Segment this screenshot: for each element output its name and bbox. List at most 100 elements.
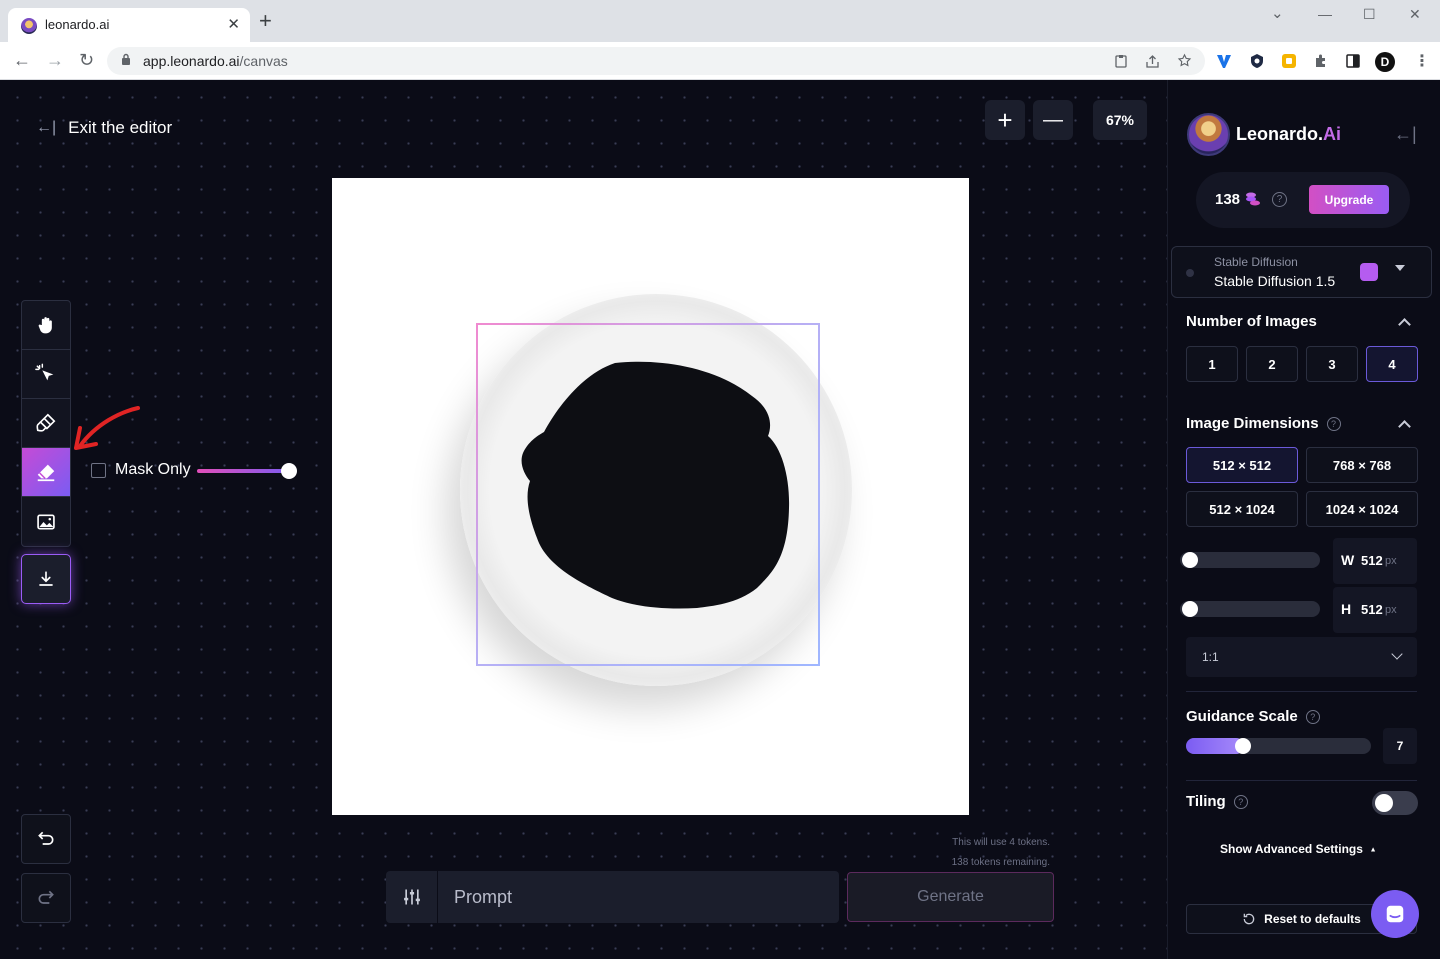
brand: Leonardo.Ai [1187, 113, 1341, 156]
prompt-bar: Prompt [386, 871, 839, 923]
dimensions-help-icon[interactable]: ? [1326, 416, 1341, 431]
image-tool-button[interactable] [22, 497, 70, 546]
reset-icon [1243, 913, 1255, 925]
num-images-option-1[interactable]: 1 [1186, 346, 1238, 382]
settings-sidebar: Leonardo.Ai ←| 138 ? Upgrade Stable Diff… [1167, 80, 1440, 959]
guidance-help-icon[interactable]: ? [1305, 709, 1320, 724]
dimension-option-768x768[interactable]: 768 × 768 [1306, 447, 1418, 483]
tab-title: leonardo.ai [45, 17, 110, 32]
image-dimensions-title[interactable]: Image Dimensions? [1186, 415, 1341, 432]
number-of-images-title[interactable]: Number of Images [1186, 313, 1317, 330]
redo-button[interactable] [21, 873, 71, 923]
forward-button[interactable]: → [46, 50, 64, 70]
guidance-scale-handle[interactable] [1235, 738, 1251, 754]
model-name: Stable Diffusion 1.5 [1214, 273, 1336, 289]
select-tool-button[interactable] [22, 350, 70, 399]
height-label: H [1341, 601, 1352, 617]
model-family: Stable Diffusion [1214, 255, 1298, 269]
width-slider-handle[interactable] [1182, 552, 1198, 568]
minimize-button[interactable]: — [1318, 6, 1332, 22]
divider [1186, 780, 1417, 781]
height-slider[interactable] [1180, 601, 1320, 617]
pan-tool-button[interactable] [22, 301, 70, 350]
generate-button[interactable]: Generate [847, 872, 1054, 922]
num-images-option-2[interactable]: 2 [1246, 346, 1298, 382]
zoom-out-button[interactable]: — [1033, 100, 1073, 140]
hand-icon [38, 317, 52, 334]
tab-close-icon[interactable]: ✕ [227, 15, 240, 35]
extension-yellow-icon[interactable] [1281, 53, 1297, 69]
dimension-option-512x1024[interactable]: 512 × 1024 [1186, 491, 1298, 527]
width-input[interactable]: W 512 px [1333, 538, 1417, 584]
redo-icon [38, 890, 54, 904]
tiling-help-icon[interactable]: ? [1233, 794, 1248, 809]
aspect-ratio-value: 1:1 [1202, 650, 1219, 664]
download-button[interactable] [21, 554, 71, 604]
profile-avatar[interactable]: D [1375, 52, 1395, 72]
exit-editor-link[interactable]: ←| Exit the editor [36, 118, 172, 138]
width-slider[interactable] [1180, 552, 1320, 568]
num-images-option-3[interactable]: 3 [1306, 346, 1358, 382]
model-badge-icon [1360, 263, 1378, 281]
clipboard-icon[interactable] [1114, 54, 1128, 68]
back-button[interactable]: ← [13, 50, 31, 70]
num-images-option-4[interactable]: 4 [1366, 346, 1418, 382]
undo-button[interactable] [21, 814, 71, 864]
url-host: app.leonardo.ai [143, 53, 240, 69]
browser-tab[interactable]: leonardo.ai ✕ [8, 8, 250, 42]
generation-frame[interactable] [476, 323, 820, 666]
reload-button[interactable]: ↻ [79, 50, 94, 70]
bookmark-star-icon[interactable] [1177, 53, 1192, 68]
eraser-tool-button[interactable] [22, 448, 70, 497]
number-of-images-chevron-icon[interactable] [1398, 318, 1411, 331]
prompt-settings-button[interactable] [386, 871, 438, 923]
share-icon[interactable] [1145, 54, 1160, 68]
upgrade-button[interactable]: Upgrade [1309, 185, 1389, 214]
extension-v-icon[interactable] [1216, 53, 1232, 69]
side-panel-icon[interactable] [1345, 53, 1361, 69]
prompt-input[interactable]: Prompt [454, 887, 512, 908]
brush-size-handle[interactable] [281, 463, 297, 479]
sliders-icon [403, 889, 420, 905]
extensions-puzzle-icon[interactable] [1313, 53, 1329, 69]
mask-only-label: Mask Only [115, 461, 191, 478]
browser-toolbar: ← → ↻ app.leonardo.ai/canvas D ⋮ [0, 42, 1440, 80]
guidance-scale-slider[interactable] [1186, 738, 1371, 754]
maximize-button[interactable]: ☐ [1363, 6, 1376, 23]
guidance-scale-value[interactable]: 7 [1383, 728, 1417, 764]
brand-name-accent: Ai [1323, 124, 1342, 144]
height-input[interactable]: H 512 px [1333, 587, 1417, 633]
tab-search-icon[interactable]: ⌄ [1271, 4, 1284, 22]
dimension-option-1024x1024[interactable]: 1024 × 1024 [1306, 491, 1418, 527]
window-close-button[interactable]: ✕ [1409, 6, 1421, 23]
dimension-option-512x512[interactable]: 512 × 512 [1186, 447, 1298, 483]
width-unit: px [1385, 555, 1397, 567]
height-slider-handle[interactable] [1182, 601, 1198, 617]
tokens-help-icon[interactable]: ? [1272, 192, 1287, 207]
canvas-workspace[interactable]: ←| Exit the editor + — 67% Mask Only Thi… [0, 80, 1167, 959]
mask-only-option[interactable]: Mask Only [91, 461, 191, 479]
image-dimensions-chevron-icon[interactable] [1398, 420, 1411, 433]
extension-shield-icon[interactable] [1249, 53, 1265, 69]
model-thumbnail [1186, 269, 1194, 277]
advanced-settings-label: Show Advanced Settings [1220, 842, 1363, 856]
address-bar[interactable]: app.leonardo.ai/canvas [107, 47, 1205, 75]
canvas-artboard[interactable] [332, 178, 969, 815]
select-icon [35, 363, 54, 381]
image-icon [37, 514, 55, 529]
brush-tool-button[interactable] [22, 399, 70, 448]
new-tab-button[interactable]: + [259, 10, 272, 32]
brush-icon [36, 413, 56, 432]
zoom-in-button[interactable]: + [985, 100, 1025, 140]
brand-name: Leonardo.Ai [1236, 124, 1341, 145]
mask-only-checkbox[interactable] [91, 462, 106, 478]
aspect-ratio-select[interactable]: 1:1 [1186, 637, 1417, 677]
collapse-sidebar-icon[interactable]: ←| [1394, 124, 1417, 145]
model-selector[interactable]: Stable Diffusion Stable Diffusion 1.5 [1171, 246, 1432, 298]
show-advanced-settings-button[interactable]: Show Advanced Settings ▲ [1220, 842, 1377, 856]
browser-menu-icon[interactable]: ⋮ [1414, 51, 1430, 71]
support-chat-button[interactable] [1371, 890, 1419, 938]
token-balance: 138 ? Upgrade [1196, 172, 1410, 228]
tiling-toggle[interactable] [1372, 791, 1418, 815]
brush-size-slider[interactable] [197, 463, 297, 479]
